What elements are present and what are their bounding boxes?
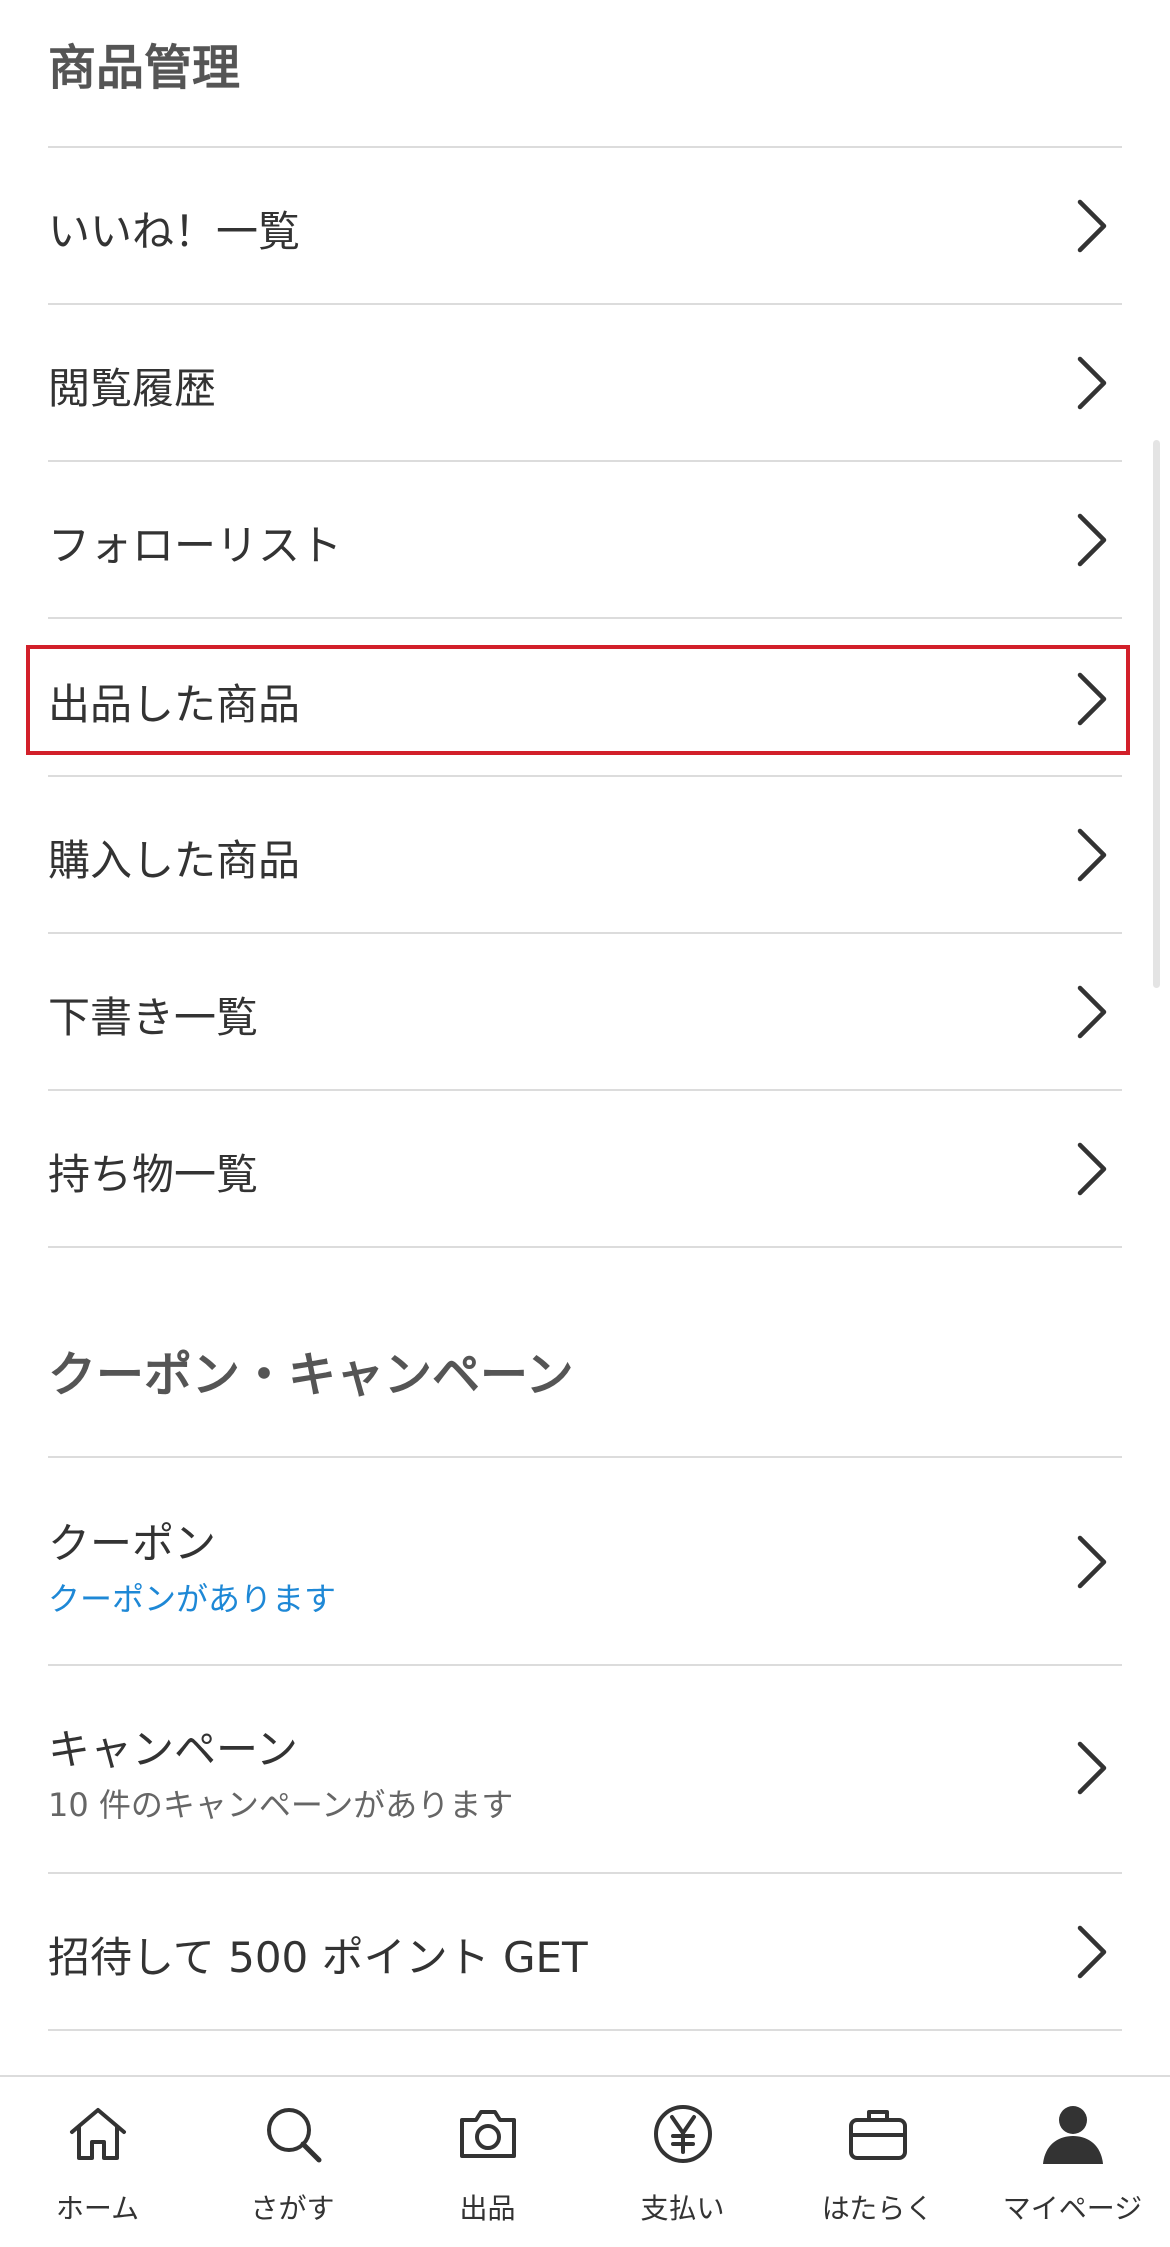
tab-payment[interactable]: 支払い: [585, 2077, 780, 2247]
chevron-right-icon: [1077, 356, 1107, 410]
menu-item-label: クーポン: [48, 1519, 217, 1568]
tab-work[interactable]: はたらく: [780, 2077, 975, 2247]
tab-label: さがす: [250, 2192, 335, 2225]
camera-icon: [460, 2110, 516, 2158]
menu-item-coupon[interactable]: クーポン クーポンがあります: [48, 1456, 1122, 1666]
tab-mypage[interactable]: マイページ: [975, 2077, 1170, 2247]
menu-item-label: 持ち物一覧: [48, 1150, 259, 1199]
tab-label: 支払い: [640, 2192, 725, 2225]
menu-item-listed-items[interactable]: 出品した商品: [48, 619, 1122, 777]
menu-item-label: 下書き一覧: [48, 993, 259, 1042]
chevron-right-icon: [1077, 1535, 1107, 1589]
menu-item-likes[interactable]: いいね！一覧: [48, 146, 1122, 305]
person-icon: [1043, 2106, 1103, 2164]
chevron-right-icon: [1077, 1925, 1107, 1979]
section-title-coupon-campaign: クーポン・キャンペーン: [48, 1347, 574, 1403]
tab-search[interactable]: さがす: [195, 2077, 390, 2247]
chevron-right-icon: [1077, 513, 1107, 567]
menu-item-invite[interactable]: 招待して 500 ポイント GET: [48, 1874, 1122, 2031]
menu-item-label: 閲覧履歴: [48, 364, 217, 413]
briefcase-icon: [849, 2110, 907, 2160]
home-icon: [70, 2108, 126, 2160]
chevron-right-icon: [1077, 1741, 1107, 1795]
chevron-right-icon: [1077, 985, 1107, 1039]
menu-item-follow-list[interactable]: フォローリスト: [48, 462, 1122, 619]
search-icon: [267, 2108, 322, 2163]
tab-label: マイページ: [1002, 2192, 1143, 2225]
yen-icon: [654, 2105, 712, 2163]
scroll-content[interactable]: 商品管理 いいね！一覧 閲覧履歴 フォローリスト 出品した商品 購入した商品 下…: [0, 0, 1170, 2075]
chevron-right-icon: [1077, 1142, 1107, 1196]
menu-item-label: 購入した商品: [48, 836, 301, 885]
coupon-status-text: クーポンがあります: [48, 1580, 337, 1618]
menu-item-label: キャンペーン: [48, 1725, 298, 1774]
menu-item-label: フォローリスト: [48, 521, 343, 570]
tab-label: ホーム: [55, 2192, 140, 2225]
tab-label: はたらく: [821, 2192, 934, 2225]
bottom-tab-bar: ホーム さがす 出品 支払い はたらく マイページ: [0, 2075, 1170, 2247]
tab-sell[interactable]: 出品: [390, 2077, 585, 2247]
menu-item-belongings[interactable]: 持ち物一覧: [48, 1091, 1122, 1248]
menu-item-purchased-items[interactable]: 購入した商品: [48, 777, 1122, 934]
menu-item-label: 招待して 500 ポイント GET: [48, 1933, 588, 1982]
chevron-right-icon: [1077, 828, 1107, 882]
chevron-right-icon: [1077, 672, 1107, 726]
tab-home[interactable]: ホーム: [0, 2077, 195, 2247]
section-title-product-management: 商品管理: [48, 40, 241, 96]
menu-item-label: いいね！一覧: [48, 207, 301, 256]
menu-item-campaign[interactable]: キャンペーン 10 件のキャンペーンがあります: [48, 1666, 1122, 1874]
campaign-count-text: 10 件のキャンペーンがあります: [48, 1786, 514, 1824]
menu-item-label: 出品した商品: [48, 680, 301, 729]
scrollbar[interactable]: [1153, 440, 1160, 988]
menu-item-drafts[interactable]: 下書き一覧: [48, 934, 1122, 1091]
menu-item-browsing-history[interactable]: 閲覧履歴: [48, 305, 1122, 462]
tab-label: 出品: [459, 2192, 516, 2225]
chevron-right-icon: [1077, 199, 1107, 253]
